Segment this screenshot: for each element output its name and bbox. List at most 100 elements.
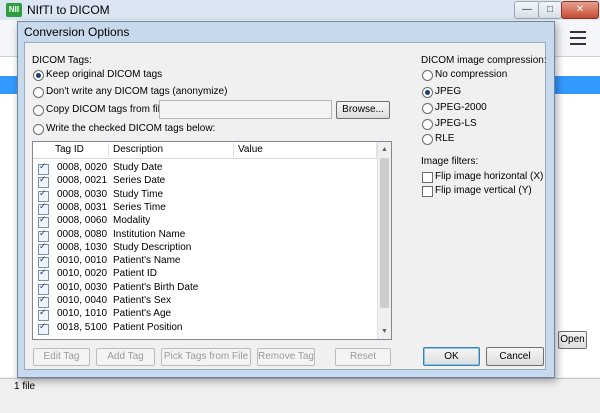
tag-row-checkbox[interactable] xyxy=(38,255,49,269)
tag-table-row[interactable]: 0010, 1010 Patient's Age xyxy=(33,308,376,322)
write-checked-radio[interactable] xyxy=(33,124,44,135)
jpegls-radio[interactable] xyxy=(422,119,433,130)
tag-row-checkbox[interactable] xyxy=(38,215,49,229)
tag-id-cell: 0008, 0080 xyxy=(57,228,108,240)
tag-row-checkbox[interactable] xyxy=(38,175,49,189)
scroll-down-arrow-icon[interactable]: ▼ xyxy=(379,326,390,337)
tag-table-row[interactable]: 0008, 0060 Modality xyxy=(33,215,376,229)
copy-tags-label[interactable]: Copy DICOM tags from file: xyxy=(46,104,168,115)
tag-description-cell: Patient ID xyxy=(113,268,157,280)
tag-description-cell: Study Description xyxy=(113,241,192,253)
jpeg2000-label[interactable]: JPEG-2000 xyxy=(435,102,487,113)
column-header-tag-id[interactable]: Tag ID xyxy=(51,143,109,157)
flip-horizontal-label[interactable]: Flip image horizontal (X) xyxy=(435,171,543,182)
tag-row-checkbox[interactable] xyxy=(38,242,49,255)
tag-id-cell: 0008, 0021 xyxy=(57,175,108,187)
flip-horizontal-checkbox[interactable] xyxy=(422,172,433,183)
tag-id-cell: 0008, 0030 xyxy=(57,188,108,200)
tag-table-row[interactable]: 0008, 1030 Study Description xyxy=(33,242,376,255)
anonymize-radio[interactable] xyxy=(33,87,44,98)
tag-description-cell: Institution Name xyxy=(113,228,186,240)
tag-table-row[interactable]: 0008, 0020 Study Date xyxy=(33,162,376,175)
anonymize-label[interactable]: Don't write any DICOM tags (anonymize) xyxy=(46,86,227,97)
tag-table-row[interactable]: 0010, 0040 Patient's Sex xyxy=(33,295,376,308)
tag-row-checkbox[interactable] xyxy=(38,268,49,282)
tag-row-checkbox[interactable] xyxy=(38,322,49,335)
dicom-tags-label: DICOM Tags: xyxy=(32,55,92,66)
tag-description-cell: Modality xyxy=(113,215,151,227)
tag-description-cell: Study Time xyxy=(113,188,164,200)
main-window-title: NIfTI to DICOM xyxy=(27,3,110,17)
edit-tag-button[interactable]: Edit Tag xyxy=(33,348,90,366)
jpegls-label[interactable]: JPEG-LS xyxy=(435,118,477,129)
app-icon: NII xyxy=(6,3,22,17)
no-compression-radio[interactable] xyxy=(422,70,433,81)
tag-id-cell: 0010, 0040 xyxy=(57,295,108,306)
tag-row-checkbox[interactable] xyxy=(38,282,49,295)
tag-id-cell: 0010, 0010 xyxy=(57,255,108,267)
no-compression-label[interactable]: No compression xyxy=(435,69,507,80)
column-header-description[interactable]: Description xyxy=(109,143,234,157)
tag-id-cell: 0010, 1010 xyxy=(57,308,108,320)
tag-description-cell: Study Date xyxy=(113,162,163,173)
scroll-thumb[interactable] xyxy=(380,158,389,308)
tag-table-scrollbar[interactable]: ▲ ▼ xyxy=(377,142,391,339)
dialog-title: Conversion Options xyxy=(24,25,130,39)
tag-row-checkbox[interactable] xyxy=(38,162,49,175)
copy-tags-radio[interactable] xyxy=(33,105,44,116)
copy-tags-file-input[interactable] xyxy=(159,100,332,119)
keep-tags-radio[interactable] xyxy=(33,70,44,81)
tag-table-row[interactable]: 0008, 0031 Series Time xyxy=(33,202,376,215)
pick-tags-from-file-button[interactable]: Pick Tags from File xyxy=(161,348,251,366)
tag-table-row[interactable]: 0008, 0030 Study Time xyxy=(33,189,376,202)
maximize-button[interactable]: □ xyxy=(538,1,562,19)
tag-row-checkbox[interactable] xyxy=(38,295,49,308)
open-button[interactable]: Open xyxy=(558,331,587,349)
compression-label: DICOM image compression: xyxy=(421,55,547,66)
dicom-tag-table[interactable]: Tag ID Description Value 0008, 0020 Study… xyxy=(32,141,392,340)
keep-tags-label[interactable]: Keep original DICOM tags xyxy=(46,69,162,80)
tag-id-cell: 0008, 0060 xyxy=(57,215,108,227)
reset-button[interactable]: Reset xyxy=(335,348,391,366)
tag-row-checkbox[interactable] xyxy=(38,189,49,202)
tag-id-cell: 0008, 0031 xyxy=(57,201,108,213)
browse-button[interactable]: Browse... xyxy=(336,101,390,119)
cancel-button[interactable]: Cancel xyxy=(486,347,544,366)
tag-row-checkbox[interactable] xyxy=(38,229,49,242)
rle-label[interactable]: RLE xyxy=(435,133,454,144)
tag-table-row[interactable]: 0008, 0080 Institution Name xyxy=(33,229,376,242)
minimize-button[interactable]: — xyxy=(514,1,540,19)
jpeg-radio[interactable] xyxy=(422,87,433,98)
tag-table-row[interactable]: 0008, 0021 Series Date xyxy=(33,175,376,189)
tag-table-row[interactable]: 0018, 5100 Patient Position xyxy=(33,322,376,335)
remove-tag-button[interactable]: Remove Tag xyxy=(257,348,315,366)
tag-description-cell: Patient's Birth Date xyxy=(113,281,199,293)
status-bar xyxy=(0,378,600,413)
tag-id-cell: 0008, 0020 xyxy=(57,162,108,173)
column-header-value[interactable]: Value xyxy=(234,143,377,157)
tag-row-checkbox[interactable] xyxy=(38,202,49,215)
tag-table-row[interactable]: 0010, 0020 Patient ID xyxy=(33,268,376,282)
scroll-up-arrow-icon[interactable]: ▲ xyxy=(379,144,390,155)
flip-vertical-label[interactable]: Flip image vertical (Y) xyxy=(435,185,532,196)
image-filters-label: Image filters: xyxy=(421,156,479,167)
flip-vertical-checkbox[interactable] xyxy=(422,186,433,197)
close-window-button[interactable]: ✕ xyxy=(561,1,599,19)
add-tag-button[interactable]: Add Tag xyxy=(96,348,155,366)
tag-id-cell: 0018, 5100 xyxy=(57,321,108,333)
tag-description-cell: Series Date xyxy=(113,175,166,187)
jpeg-label[interactable]: JPEG xyxy=(435,86,461,97)
jpeg2000-radio[interactable] xyxy=(422,103,433,114)
tag-row-checkbox[interactable] xyxy=(38,308,49,322)
tag-id-cell: 0008, 1030 xyxy=(57,241,108,253)
tag-description-cell: Patient's Sex xyxy=(113,295,172,306)
hamburger-menu-icon[interactable] xyxy=(570,31,586,45)
tag-description-cell: Patient's Age xyxy=(113,308,172,320)
tag-id-cell: 0010, 0030 xyxy=(57,281,108,293)
rle-radio[interactable] xyxy=(422,134,433,145)
write-checked-label[interactable]: Write the checked DICOM tags below: xyxy=(46,123,215,134)
tag-table-row[interactable]: 0010, 0010 Patient's Name xyxy=(33,255,376,269)
tag-description-cell: Series Time xyxy=(113,201,166,213)
tag-table-row[interactable]: 0010, 0030 Patient's Birth Date xyxy=(33,282,376,295)
ok-button[interactable]: OK xyxy=(423,347,480,366)
